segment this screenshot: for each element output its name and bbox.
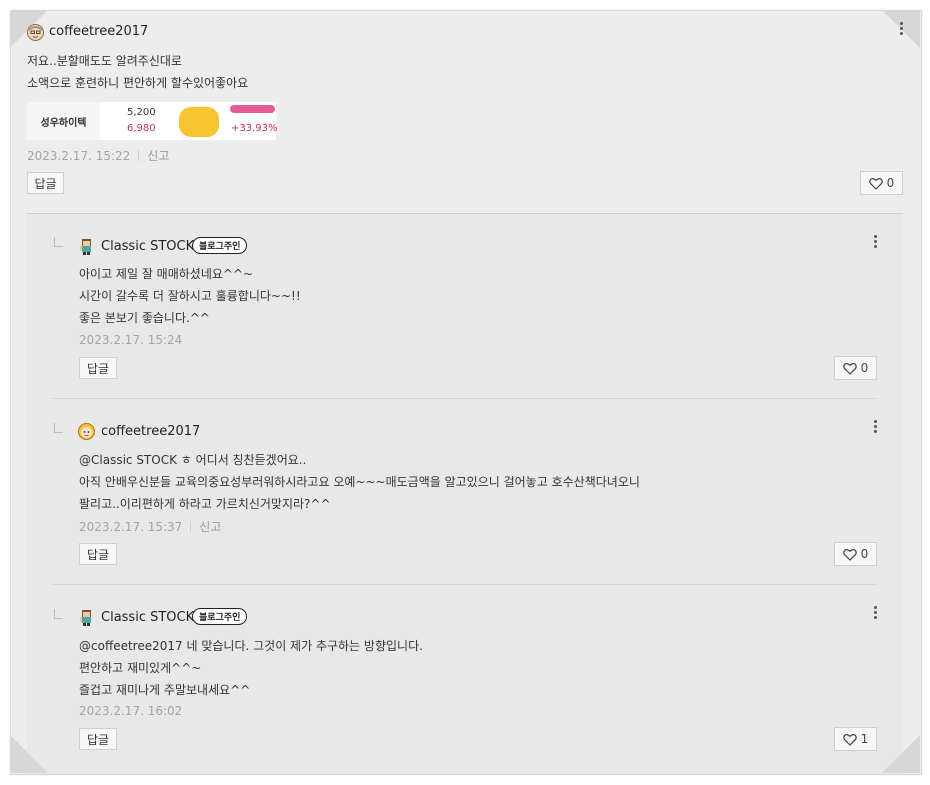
stock-price-top: 5,200 [127,107,156,118]
more-options-icon[interactable] [900,22,904,37]
reply-line: @coffeetree2017 네 맞습니다. 그것이 제가 추구하는 방향입니… [79,639,423,653]
reply-button[interactable]: 답글 [79,543,117,565]
reply-author[interactable]: Classic STOCK [101,239,194,254]
reply-button[interactable]: 답글 [79,728,117,750]
meta-separator [190,521,192,532]
like-count: 0 [860,547,869,561]
like-count: 0 [886,176,895,190]
reply-button[interactable]: 답글 [27,172,64,194]
reply-line: 팔리고..이리편하게 하라고 가르치신거맞지라?^^ [79,497,331,511]
reply-date: 2023.2.17. 15:24 [79,333,183,347]
more-options-icon[interactable] [874,606,878,621]
reply-line: 좋은 본보기 좋습니다.^^ [79,311,210,325]
like-button[interactable]: 0 [860,171,903,195]
comment-meta: 2023.2.17. 15:22 신고 [27,147,169,164]
heart-outline-icon [842,548,857,561]
stock-change-percent: +33.93% [231,123,278,134]
reply-line: 편안하고 재미있게^^~ [79,661,202,675]
reply-line: 시간이 갈수록 더 잘하시고 훌륭합니다~~!! [79,289,301,303]
reply-author[interactable]: coffeetree2017 [101,424,200,439]
reply-date: 2023.2.17. 15:37 [79,520,183,534]
like-count: 1 [860,732,869,746]
heart-outline-icon [842,733,857,746]
user-avatar-icon [80,239,91,255]
redaction-scribble [179,107,219,137]
page-corner-fold [882,735,920,773]
more-options-icon[interactable] [874,420,878,435]
stock-attachment-image[interactable]: 성우하이텍 5,200 6,980 +33.93% [27,102,278,140]
like-button[interactable]: 0 [834,356,877,380]
meta-separator [138,150,140,161]
page-corner-fold [10,735,48,773]
comment-date: 2023.2.17. 15:22 [27,149,131,163]
reply-line: 아직 안배우신분들 교육의중요성부러워하시라고요 오예~~~매도금액을 알고있으… [79,475,640,489]
reply-date: 2023.2.17. 16:02 [79,704,183,718]
report-link[interactable]: 신고 [199,520,221,534]
like-button[interactable]: 0 [834,542,877,566]
reply-elbow-icon [54,609,63,619]
like-count: 0 [860,361,869,375]
reply-author[interactable]: Classic STOCK [101,610,194,625]
reply-elbow-icon [54,423,63,433]
reply-meta: 2023.2.17. 15:37 신고 [79,518,221,535]
blog-owner-badge: 블로그주인 [192,608,248,625]
reply-button[interactable]: 답글 [79,357,117,379]
user-avatar-icon [27,24,44,41]
comment-author[interactable]: coffeetree2017 [49,24,148,39]
like-button[interactable]: 1 [834,727,877,751]
reply-line: 즐겁고 재미나게 주말보내세요^^ [79,683,251,697]
redaction-scribble [230,105,275,113]
reply-divider [52,584,877,585]
more-options-icon[interactable] [874,235,878,250]
reply-elbow-icon [54,237,63,247]
stock-price-bottom: 6,980 [127,123,156,134]
reply-line: @Classic STOCK ㅎ 어디서 칭찬듣겠어요.. [79,453,307,467]
report-link[interactable]: 신고 [147,149,169,163]
heart-outline-icon [842,362,857,375]
comment-line: 소액으로 훈련하니 편안하게 할수있어좋아요 [27,76,249,90]
reply-divider [52,398,877,399]
user-avatar-icon [78,423,95,440]
comment-line: 저요..분할매도도 알려주신대로 [27,54,182,68]
heart-outline-icon [868,177,883,190]
blog-owner-badge: 블로그주인 [192,237,248,254]
reply-line: 아이고 제일 잘 매매하셨네요^^~ [79,267,254,281]
stock-name: 성우하이텍 [27,102,100,140]
user-avatar-icon [80,610,91,626]
